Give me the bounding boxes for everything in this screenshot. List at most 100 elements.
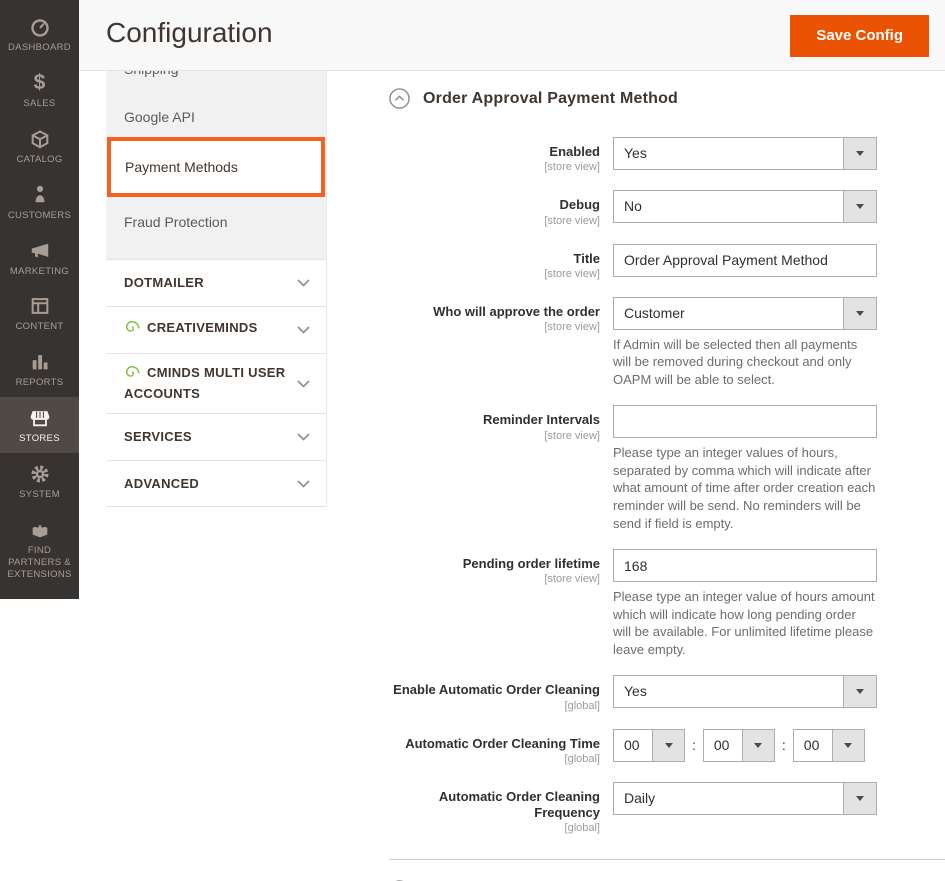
field-scope: [global] bbox=[564, 752, 600, 765]
sidebar-item-label: CONTENT bbox=[15, 321, 64, 333]
sidebar-item-find-partners-extensions[interactable]: FIND PARTNERS & EXTENSIONS bbox=[0, 509, 79, 589]
config-nav-item-fraud-protection[interactable]: Fraud Protection bbox=[106, 214, 326, 230]
cleaning-time-group: 00 : 00 : 00 bbox=[613, 728, 877, 762]
config-nav-accordions: DOTMAILER CREATIVEMINDS CMINDS MULTI USE… bbox=[106, 259, 327, 508]
field-scope: [store view] bbox=[544, 267, 600, 280]
reports-icon bbox=[2, 350, 77, 374]
sidebar-item-sales[interactable]: $ SALES bbox=[0, 62, 79, 118]
chevron-down-icon bbox=[297, 274, 310, 292]
section-header-zero-subtotal-checkout[interactable]: Zero Subtotal Checkout bbox=[389, 859, 945, 881]
accordion-dotmailer[interactable]: DOTMAILER bbox=[106, 259, 326, 306]
sidebar-item-system[interactable]: SYSTEM bbox=[0, 453, 79, 509]
field-scope: [store view] bbox=[544, 429, 600, 442]
cleaning-frequency-select[interactable]: Daily bbox=[613, 781, 877, 815]
cleaning-time-seconds-select[interactable]: 00 bbox=[792, 728, 865, 762]
field-scope: [store view] bbox=[544, 161, 600, 174]
field-row-enabled: Enabled [store view] Yes bbox=[389, 137, 945, 173]
dashboard-icon bbox=[2, 15, 77, 39]
field-label: Enable Automatic Order Cleaning bbox=[393, 682, 600, 698]
config-nav-item-shipping-clipped[interactable]: Shipping bbox=[106, 71, 326, 83]
page-header: Configuration Save Config bbox=[79, 0, 945, 71]
chevron-down-icon bbox=[297, 321, 310, 339]
accordion-creativeminds[interactable]: CREATIVEMINDS bbox=[106, 306, 326, 353]
admin-sidenav: DASHBOARD $ SALES CATALOG CUSTOMERS MARK… bbox=[0, 0, 79, 599]
sidebar-item-dashboard[interactable]: DASHBOARD bbox=[0, 6, 79, 62]
field-label: Who will approve the order bbox=[433, 303, 600, 319]
creativeminds-spiral-icon bbox=[124, 364, 140, 385]
select-caret-button bbox=[741, 729, 774, 761]
time-separator: : bbox=[781, 737, 786, 754]
section-header-order-approval[interactable]: Order Approval Payment Method bbox=[389, 88, 945, 109]
select-caret-button bbox=[843, 191, 876, 223]
content-icon bbox=[2, 294, 77, 318]
field-note: If Admin will be selected then all payme… bbox=[613, 336, 858, 387]
sales-icon: $ bbox=[33, 70, 46, 94]
accordion-services[interactable]: SERVICES bbox=[106, 413, 326, 460]
field-scope: [store view] bbox=[544, 573, 600, 586]
field-row-enable-automatic-order-cleaning: Enable Automatic Order Cleaning [global]… bbox=[389, 675, 945, 712]
select-caret-button bbox=[843, 676, 876, 708]
config-nav-item-payment-methods[interactable]: Payment Methods bbox=[107, 137, 325, 197]
chevron-down-icon bbox=[297, 475, 310, 493]
sidebar-item-catalog[interactable]: CATALOG bbox=[0, 118, 79, 174]
sidebar-item-label: CUSTOMERS bbox=[7, 209, 72, 221]
title-input[interactable] bbox=[613, 243, 877, 277]
enable-automatic-order-cleaning-select[interactable]: Yes bbox=[613, 675, 877, 709]
accordion-cminds-multi-user-accounts[interactable]: CMINDS MULTI USER ACCOUNTS bbox=[106, 353, 326, 413]
chevron-down-icon bbox=[297, 428, 310, 446]
field-row-who-will-approve: Who will approve the order [store view] … bbox=[389, 296, 945, 389]
field-row-reminder-intervals: Reminder Intervals [store view] Please t… bbox=[389, 405, 945, 532]
collapsed-sections: Zero Subtotal Checkout Cash On Delivery … bbox=[389, 859, 945, 881]
sidebar-item-content[interactable]: CONTENT bbox=[0, 285, 79, 341]
pending-order-lifetime-input[interactable] bbox=[613, 549, 877, 583]
cleaning-time-hours-select[interactable]: 00 bbox=[613, 728, 685, 762]
sidebar-item-label: SALES bbox=[23, 97, 56, 109]
select-caret-button bbox=[843, 297, 876, 329]
debug-select[interactable]: No bbox=[613, 190, 877, 224]
select-caret-button bbox=[843, 138, 876, 169]
accordion-advanced[interactable]: ADVANCED bbox=[106, 460, 326, 508]
sidebar-item-label: REPORTS bbox=[15, 377, 64, 389]
caret-down-icon bbox=[664, 742, 673, 748]
collapse-circle-chevron-up-icon bbox=[389, 88, 410, 109]
field-row-title: Title [store view] bbox=[389, 243, 945, 280]
enabled-select[interactable]: Yes bbox=[613, 137, 877, 170]
config-nav-section-open: Shipping Google API Payment Methods Frau… bbox=[106, 71, 327, 259]
field-label: Pending order lifetime bbox=[462, 556, 600, 572]
field-row-automatic-order-cleaning-time: Automatic Order Cleaning Time [global] 0… bbox=[389, 728, 945, 765]
field-label: Automatic Order Cleaning Frequency bbox=[438, 788, 600, 821]
save-config-button[interactable]: Save Config bbox=[790, 15, 929, 57]
field-label: Enabled bbox=[549, 144, 600, 159]
field-label: Reminder Intervals bbox=[482, 412, 600, 428]
sidebar-item-label: SYSTEM bbox=[19, 489, 60, 500]
field-note: Please type an integer values of hours, … bbox=[613, 445, 876, 531]
system-icon bbox=[2, 462, 77, 486]
sidebar-item-reports[interactable]: REPORTS bbox=[0, 341, 79, 397]
field-note: Please type an integer value of hours am… bbox=[613, 589, 875, 657]
extensions-icon bbox=[2, 518, 77, 542]
time-separator: : bbox=[692, 737, 696, 754]
who-will-approve-select[interactable]: Customer bbox=[613, 296, 877, 330]
sidebar-item-marketing[interactable]: MARKETING bbox=[0, 230, 79, 286]
sidebar-item-label: CATALOG bbox=[16, 153, 63, 165]
config-nav-item-google-api[interactable]: Google API bbox=[106, 109, 326, 125]
field-row-pending-order-lifetime: Pending order lifetime [store view] Plea… bbox=[389, 549, 945, 658]
cleaning-time-minutes-select[interactable]: 00 bbox=[702, 728, 775, 762]
reminder-intervals-input[interactable] bbox=[613, 405, 877, 439]
sidebar-item-label: DASHBOARD bbox=[8, 42, 71, 53]
field-label: Automatic Order Cleaning Time bbox=[405, 735, 600, 751]
caret-down-icon bbox=[754, 742, 763, 748]
caret-down-icon bbox=[844, 742, 853, 748]
field-scope: [store view] bbox=[544, 321, 600, 333]
sidebar-item-customers[interactable]: CUSTOMERS bbox=[0, 174, 79, 230]
field-label: Debug bbox=[559, 197, 600, 213]
admin-config-page: DASHBOARD $ SALES CATALOG CUSTOMERS MARK… bbox=[0, 0, 945, 881]
caret-down-icon bbox=[856, 795, 864, 801]
config-main-content: Order Approval Payment Method Enabled [s… bbox=[327, 71, 945, 881]
field-scope: [global] bbox=[564, 822, 600, 835]
sidebar-item-stores[interactable]: STORES bbox=[0, 397, 79, 453]
creativeminds-spiral-icon bbox=[124, 319, 140, 340]
field-scope: [global] bbox=[564, 699, 600, 712]
stores-icon bbox=[2, 406, 77, 430]
chevron-down-icon bbox=[297, 375, 310, 393]
